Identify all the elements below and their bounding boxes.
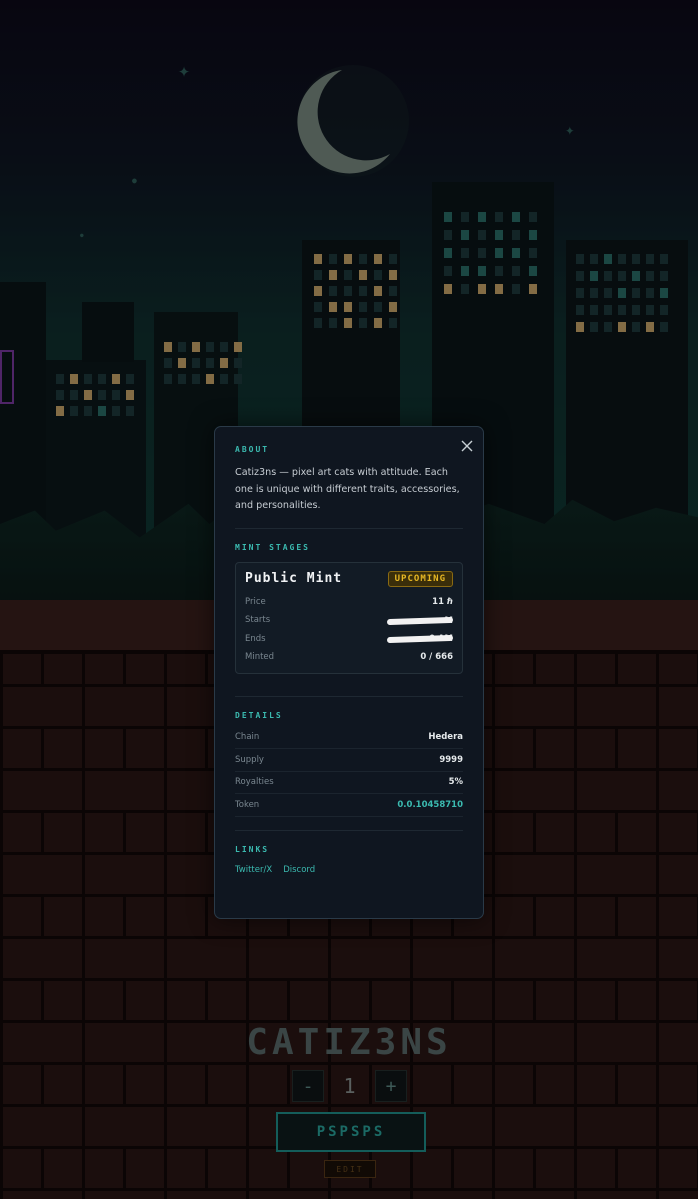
detail-value: 5% bbox=[448, 777, 463, 788]
redacted-value: M bbox=[386, 616, 454, 626]
detail-row-royalties: Royalties 5% bbox=[235, 772, 463, 794]
stage-row-label: Starts bbox=[245, 615, 271, 626]
details-heading: DETAILS bbox=[235, 710, 283, 720]
detail-row-chain: Chain Hedera bbox=[235, 727, 463, 749]
mint-stage-card: Public Mint UPCOMING Price 11 ℏ Starts M… bbox=[235, 561, 463, 674]
discord-link[interactable]: Discord bbox=[283, 865, 315, 875]
status-badge: UPCOMING bbox=[387, 570, 453, 587]
divider bbox=[235, 829, 463, 831]
stage-row-minted: Minted 0 / 666 bbox=[245, 648, 453, 667]
stage-row-label: Price bbox=[245, 596, 266, 607]
stage-row-ends: Ends 0 AM bbox=[245, 630, 454, 649]
detail-value: 9999 bbox=[439, 754, 463, 765]
stage-name: Public Mint bbox=[245, 571, 343, 586]
redaction-scribble bbox=[386, 616, 454, 625]
token-id-link[interactable]: 0.0.10458710 bbox=[397, 800, 463, 810]
links-heading: LINKS bbox=[235, 844, 270, 854]
stage-row-starts: Starts M bbox=[245, 611, 454, 630]
detail-label: Royalties bbox=[235, 777, 274, 788]
twitter-link[interactable]: Twitter/X bbox=[235, 865, 272, 875]
close-icon[interactable] bbox=[459, 439, 475, 455]
detail-label: Supply bbox=[235, 754, 264, 765]
detail-label: Chain bbox=[235, 732, 260, 743]
links-list: Twitter/X Discord bbox=[235, 865, 463, 875]
stage-row-price: Price 11 ℏ bbox=[245, 593, 453, 612]
mint-stages-heading: MINT STAGES bbox=[235, 542, 310, 552]
info-modal: ABOUT Catiz3ns — pixel art cats with att… bbox=[214, 426, 484, 919]
stage-row-label: Minted bbox=[245, 652, 275, 663]
about-heading: ABOUT bbox=[235, 445, 270, 454]
detail-label: Token bbox=[235, 799, 260, 810]
detail-value: Hedera bbox=[428, 732, 463, 743]
redacted-value: 0 AM bbox=[386, 634, 454, 644]
detail-row-supply: Supply 9999 bbox=[235, 749, 463, 772]
detail-row-token: Token 0.0.10458710 bbox=[235, 794, 463, 817]
stage-row-value: 11 ℏ bbox=[432, 596, 453, 607]
divider bbox=[235, 695, 463, 697]
divider bbox=[235, 527, 463, 529]
stage-row-label: Ends bbox=[245, 633, 266, 644]
about-text: Catiz3ns — pixel art cats with attitude.… bbox=[235, 467, 460, 511]
stage-row-value: 0 / 666 bbox=[420, 652, 453, 663]
